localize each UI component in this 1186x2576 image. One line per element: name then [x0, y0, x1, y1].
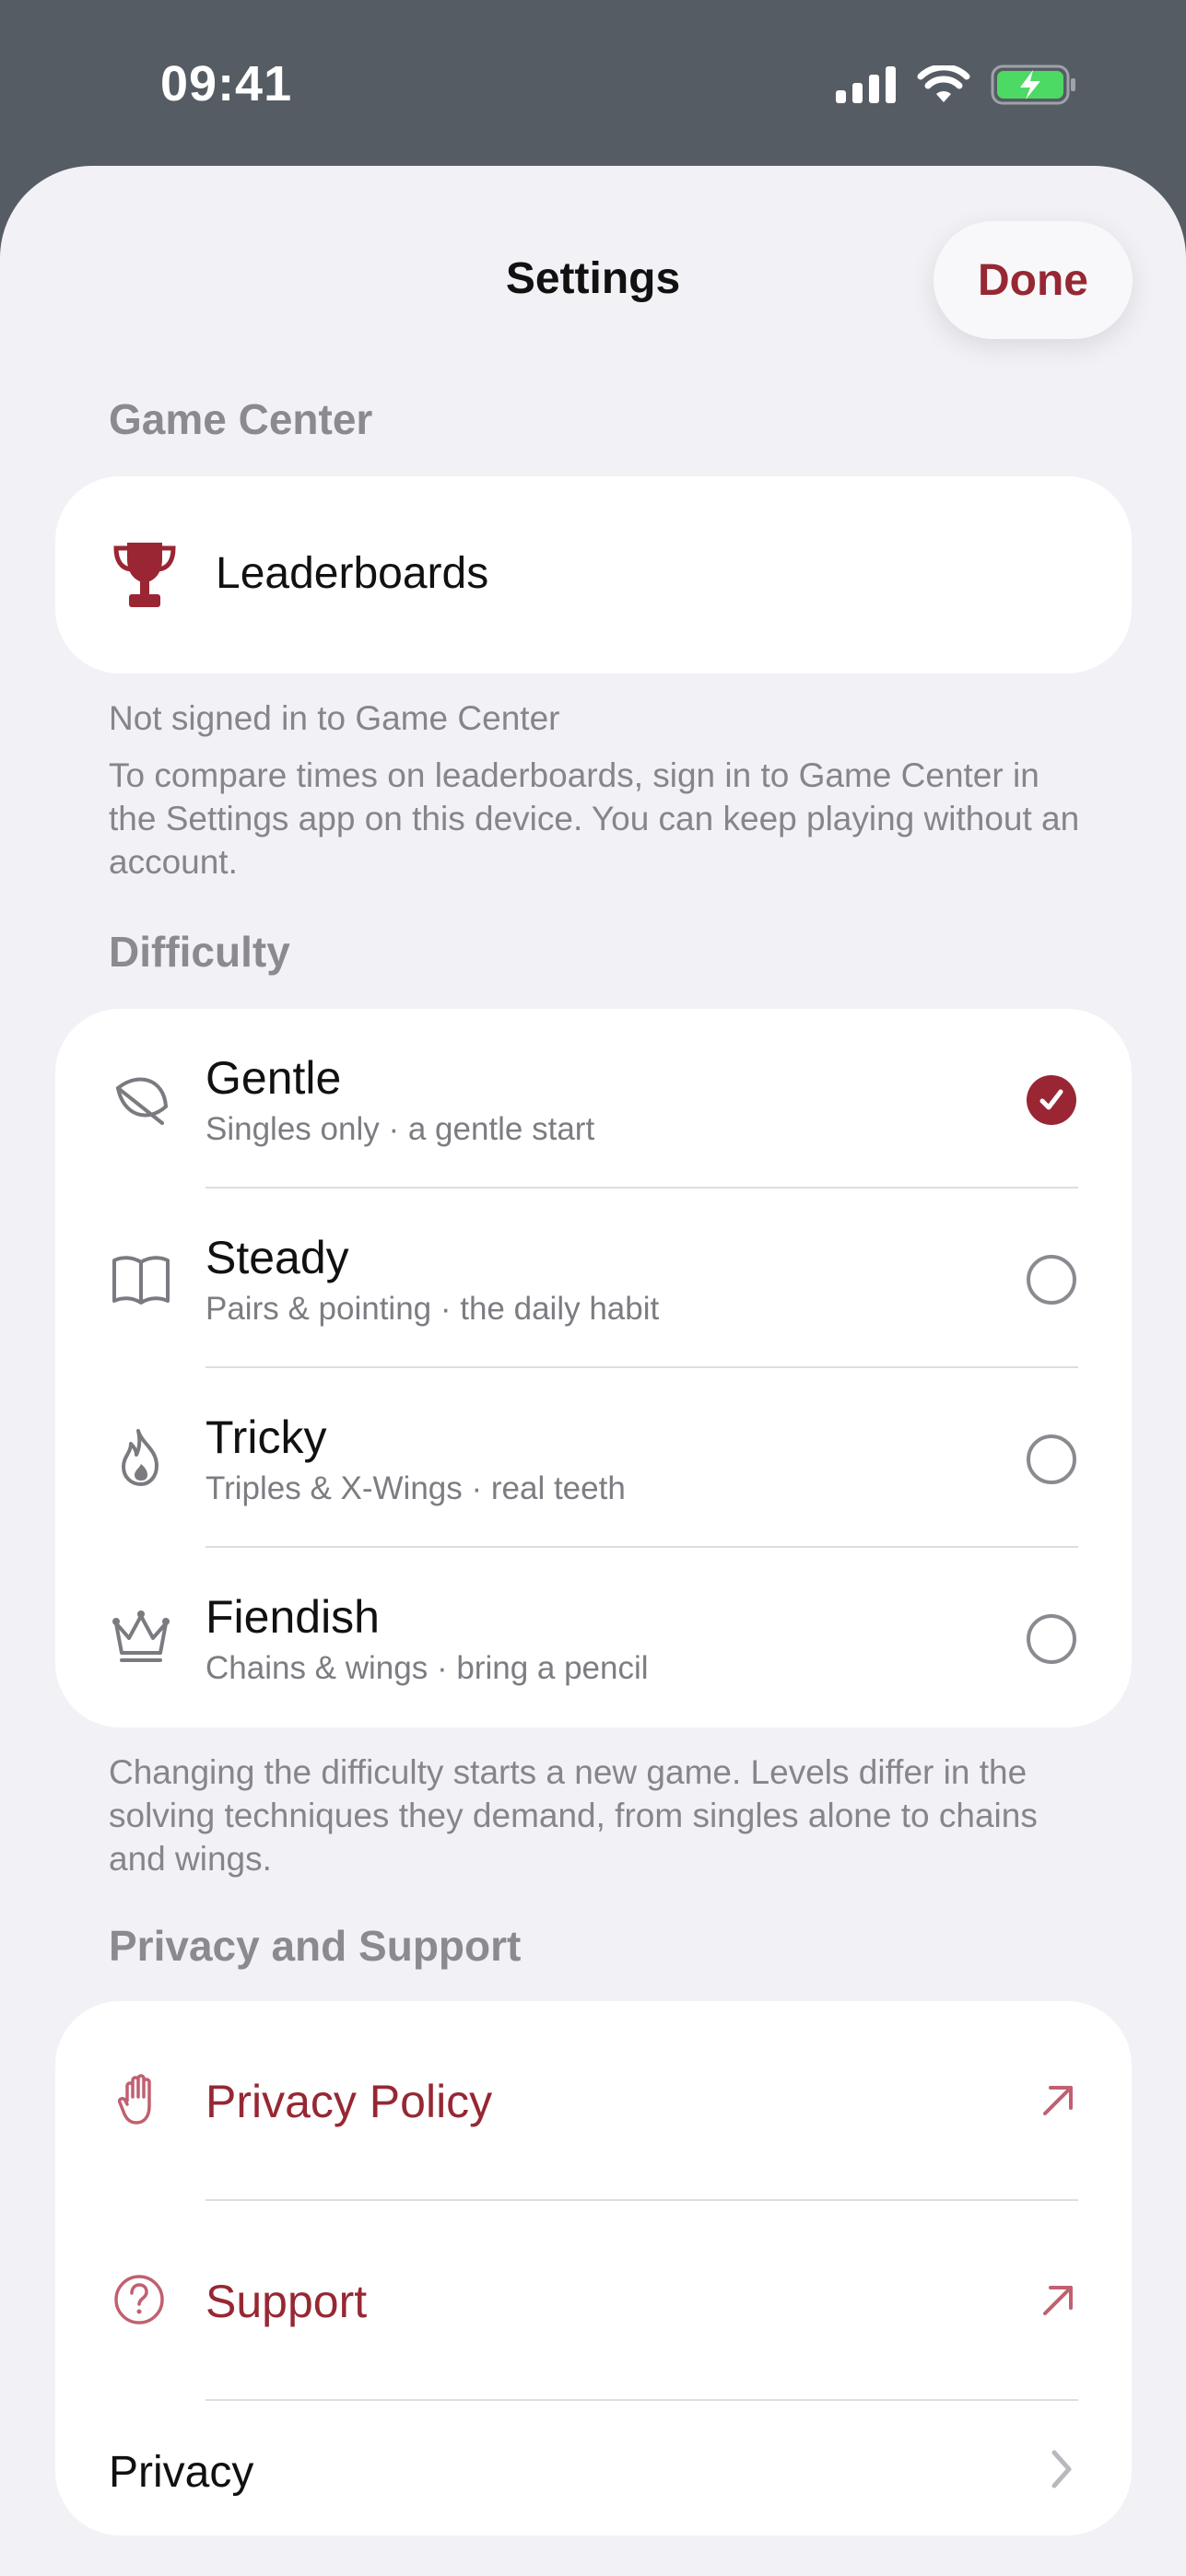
privacy-policy-label: Privacy Policy — [205, 2076, 493, 2127]
difficulty-option-fiendish[interactable]: Fiendish Chains & wings · bring a pencil — [55, 1548, 1132, 1727]
option-subtitle: Singles only · a gentle start — [205, 1111, 595, 1147]
flame-icon — [122, 1429, 159, 1486]
unselected-radio-icon — [1027, 1614, 1076, 1664]
option-subtitle: Pairs & pointing · the daily habit — [205, 1291, 660, 1327]
cellular-signal-icon — [836, 66, 896, 103]
leaf-icon — [115, 1077, 169, 1125]
option-title: Fiendish — [205, 1591, 380, 1643]
question-circle-icon — [114, 2275, 164, 2324]
leaderboards-row[interactable]: Leaderboards — [55, 476, 1132, 673]
leaderboards-label: Leaderboards — [216, 549, 489, 598]
difficulty-footnote: Changing the difficulty starts a new gam… — [109, 1753, 1038, 1878]
section-header-difficulty: Difficulty — [109, 928, 290, 976]
option-title: Tricky — [205, 1411, 327, 1463]
section-header-privacy-support: Privacy and Support — [109, 1922, 522, 1970]
game-center-card: Leaderboards — [55, 476, 1132, 673]
option-title: Gentle — [205, 1052, 342, 1104]
chevron-right-icon — [1051, 2450, 1072, 2488]
option-subtitle: Chains & wings · bring a pencil — [205, 1650, 649, 1686]
wifi-icon — [917, 65, 970, 102]
unselected-radio-icon — [1027, 1434, 1076, 1484]
external-link-arrow-icon — [1043, 2086, 1073, 2115]
status-time: 09:41 — [160, 56, 293, 111]
game-center-status: Not signed in to Game Center — [109, 699, 560, 737]
privacy-policy-link[interactable]: Privacy Policy — [55, 2001, 1132, 2200]
settings-sheet: Settings Done Game Center Leaderboards N… — [0, 166, 1186, 2576]
hand-icon — [117, 2074, 151, 2125]
unselected-radio-icon — [1027, 1255, 1076, 1305]
privacy-support-card: Privacy Policy Support Privacy — [55, 2001, 1132, 2535]
difficulty-card: Gentle Singles only · a gentle start Ste… — [55, 1009, 1132, 1727]
game-center-description: To compare times on leaderboards, sign i… — [109, 756, 1080, 881]
privacy-label: Privacy — [109, 2448, 254, 2497]
support-link[interactable]: Support — [55, 2201, 1132, 2400]
difficulty-option-steady[interactable]: Steady Pairs & pointing · the daily habi… — [55, 1188, 1132, 1368]
option-title: Steady — [205, 1232, 349, 1283]
selected-checkmark-icon — [1027, 1075, 1076, 1125]
done-button[interactable]: Done — [934, 221, 1133, 339]
difficulty-option-tricky[interactable]: Tricky Triples & X-Wings · real teeth — [55, 1368, 1132, 1548]
section-header-game-center: Game Center — [109, 395, 373, 443]
book-icon — [112, 1256, 170, 1305]
difficulty-option-gentle[interactable]: Gentle Singles only · a gentle start — [55, 1009, 1132, 1188]
option-subtitle: Triples & X-Wings · real teeth — [205, 1470, 626, 1506]
crown-icon — [112, 1610, 170, 1662]
status-icons — [836, 64, 1077, 105]
support-label: Support — [205, 2276, 368, 2327]
external-link-arrow-icon — [1043, 2286, 1073, 2315]
trophy-icon — [113, 543, 176, 607]
privacy-row[interactable]: Privacy — [55, 2401, 1132, 2535]
battery-charging-icon — [991, 64, 1075, 105]
status-bar: 09:41 — [0, 0, 1186, 166]
